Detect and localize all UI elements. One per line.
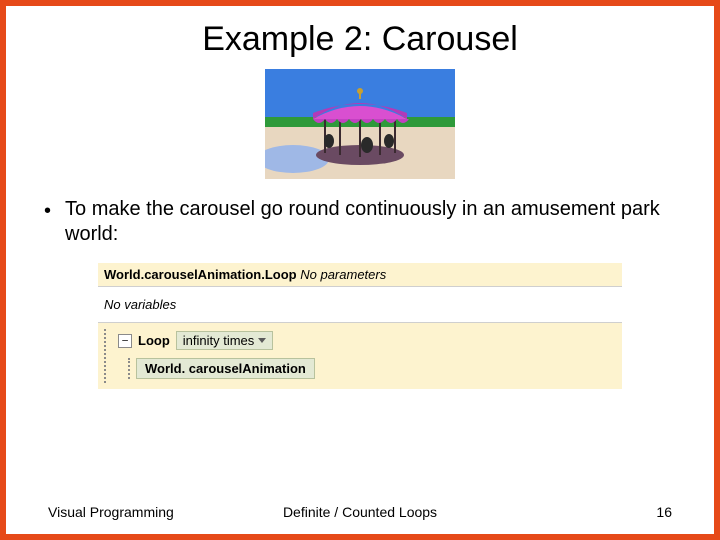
- collapse-toggle[interactable]: −: [118, 334, 132, 348]
- no-parameters-label: No parameters: [300, 267, 386, 282]
- loop-count-dropdown[interactable]: infinity times: [176, 331, 274, 350]
- no-variables-label: No variables: [98, 287, 622, 323]
- method-call[interactable]: World. carouselAnimation: [136, 358, 315, 379]
- method-owner: World.: [104, 267, 144, 282]
- slide-title: Example 2: Carousel: [6, 20, 714, 59]
- bullet-dot-icon: •: [44, 199, 51, 224]
- bullet-text: To make the carousel go round continuous…: [65, 197, 680, 247]
- page-number: 16: [656, 504, 672, 520]
- chevron-down-icon: [258, 338, 266, 343]
- loop-keyword: Loop: [138, 333, 170, 348]
- loop-count-label: infinity times: [183, 333, 255, 348]
- footer-center: Definite / Counted Loops: [283, 504, 437, 520]
- code-panel: World.carouselAnimation.Loop No paramete…: [98, 263, 622, 389]
- carousel-illustration: [265, 69, 455, 179]
- method-body: − Loop infinity times World. carouselAni…: [98, 323, 622, 389]
- method-name: carouselAnimation.Loop: [144, 267, 296, 282]
- slide-footer: Visual Programming Definite / Counted Lo…: [6, 504, 714, 520]
- drop-indicator-inner: [128, 358, 130, 379]
- drop-indicator-outer: [104, 329, 106, 383]
- loop-block: − Loop infinity times World. carouselAni…: [118, 331, 618, 379]
- loop-header: − Loop infinity times: [118, 331, 618, 350]
- loop-body: World. carouselAnimation: [128, 358, 618, 379]
- slide: Example 2: Carousel: [0, 0, 720, 540]
- method-header: World.carouselAnimation.Loop No paramete…: [98, 263, 622, 287]
- footer-left: Visual Programming: [48, 504, 174, 520]
- bullet-item: • To make the carousel go round continuo…: [40, 197, 680, 247]
